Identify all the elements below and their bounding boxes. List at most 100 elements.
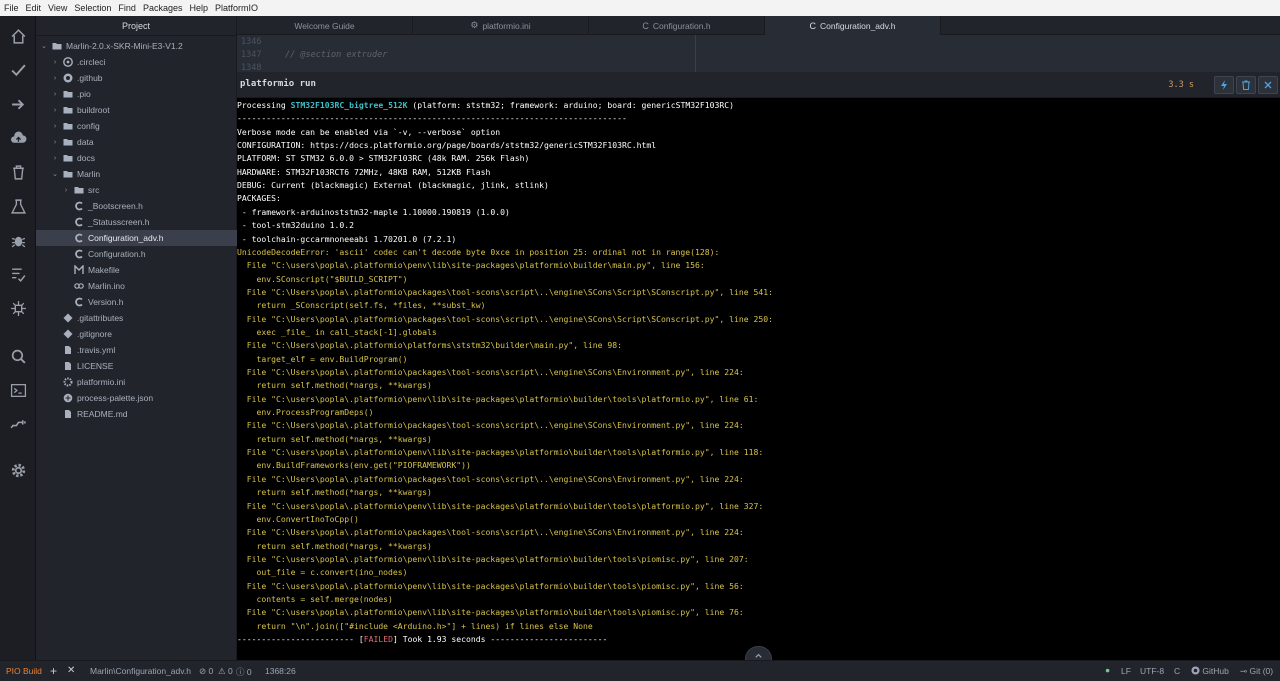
chevron-right-icon[interactable]: › xyxy=(51,155,59,162)
chevron-right-icon[interactable]: › xyxy=(51,139,59,146)
tree-file[interactable]: platformio.ini xyxy=(36,374,237,390)
chevron-right-icon[interactable]: › xyxy=(51,59,59,66)
menu-platformio[interactable]: PlatformIO xyxy=(215,3,258,13)
grammar[interactable]: C xyxy=(1174,666,1180,676)
git-button[interactable]: ⊸ Git (0) xyxy=(1240,666,1273,677)
tree-item-label: .github xyxy=(77,73,103,83)
tree-file[interactable]: .travis.yml xyxy=(36,342,237,358)
tree-file[interactable]: _Statusscreen.h xyxy=(36,214,237,230)
tree-file[interactable]: Marlin.ino xyxy=(36,278,237,294)
tree-folder[interactable]: › data xyxy=(36,134,237,150)
circleci-icon xyxy=(62,57,73,68)
chevron-right-icon[interactable]: › xyxy=(51,123,59,130)
error-output-line: env.BuildFrameworks(env.get("PIOFRAMEWOR… xyxy=(237,460,471,471)
tree-folder[interactable]: › docs xyxy=(36,150,237,166)
error-output-line: File "C:\users\popla\.platformio\penv\li… xyxy=(237,447,764,458)
line-ending[interactable]: LF xyxy=(1121,666,1131,676)
devices-chip-icon[interactable] xyxy=(8,298,28,318)
serial-plug-icon[interactable] xyxy=(8,414,28,434)
tree-file[interactable]: _Bootscreen.h xyxy=(36,198,237,214)
test-flask-icon[interactable] xyxy=(8,196,28,216)
tree-item-label: .travis.yml xyxy=(77,345,116,355)
code-editor[interactable]: 1346 1347// @section extruder 1348 xyxy=(237,35,1280,73)
error-output-line: File "C:\users\popla\.platformio\penv\li… xyxy=(237,500,764,511)
tree-folder[interactable]: › src xyxy=(36,182,237,198)
tree-file[interactable]: process-palette.json xyxy=(36,390,237,406)
chevron-right-icon[interactable]: › xyxy=(62,187,70,194)
debug-bug-icon[interactable] xyxy=(8,230,28,250)
upload-arrow-icon[interactable] xyxy=(8,94,28,114)
rerun-button[interactable] xyxy=(1214,76,1234,94)
terminal-icon[interactable] xyxy=(8,380,28,400)
menu-packages[interactable]: Packages xyxy=(143,3,183,13)
encoding[interactable]: UTF-8 xyxy=(1140,666,1164,676)
menu-view[interactable]: View xyxy=(48,3,67,13)
output-line: ------------------------ [FAILED] Took 1… xyxy=(237,633,607,646)
tree-file[interactable]: Makefile xyxy=(36,262,237,278)
error-output-line: File "C:\users\popla\.platformio\penv\li… xyxy=(237,553,749,564)
output-line: Verbose mode can be enabled via `-v, --v… xyxy=(237,126,501,137)
menu-find[interactable]: Find xyxy=(118,3,136,13)
tree-item-label: _Bootscreen.h xyxy=(88,201,143,211)
status-file-path[interactable]: Marlin\Configuration_adv.h xyxy=(90,666,191,676)
cursor-position[interactable]: 1368:26 xyxy=(265,666,296,676)
tree-file[interactable]: Configuration.h xyxy=(36,246,237,262)
close-panel-button[interactable] xyxy=(1258,76,1278,94)
tab-label: Configuration_adv.h xyxy=(820,20,896,31)
error-output-line: return self.method(*nargs, **kwargs) xyxy=(237,487,432,498)
tree-file[interactable]: LICENSE xyxy=(36,358,237,374)
tree-file[interactable]: Version.h xyxy=(36,294,237,310)
tree-file[interactable]: README.md xyxy=(36,406,237,422)
menu-edit[interactable]: Edit xyxy=(26,3,42,13)
tree-file[interactable]: .gitignore xyxy=(36,326,237,342)
tab-platformio-ini[interactable]: ⚙ platformio.ini xyxy=(413,16,589,35)
cloud-upload-icon[interactable] xyxy=(8,128,28,148)
home-icon[interactable] xyxy=(8,26,28,46)
file-icon xyxy=(62,409,73,420)
menu-selection[interactable]: Selection xyxy=(74,3,111,13)
error-count-icon[interactable]: ⊘ 0 xyxy=(199,666,213,677)
error-output-line: File "C:\users\popla\.platformio\penv\li… xyxy=(237,393,759,404)
clear-output-button[interactable] xyxy=(1236,76,1256,94)
error-output-line: File "C:\Users\popla\.platformio\package… xyxy=(237,367,744,377)
output-line: PACKAGES: xyxy=(237,193,281,204)
warning-count-icon[interactable]: ⚠ 0 xyxy=(218,666,233,677)
error-output-line: out_file = c.convert(ino_nodes) xyxy=(237,567,408,578)
add-terminal-button[interactable]: + xyxy=(50,664,57,678)
tasks-icon[interactable] xyxy=(8,264,28,284)
search-icon[interactable] xyxy=(8,346,28,366)
menu-help[interactable]: Help xyxy=(189,3,208,13)
tree-folder[interactable]: › buildroot xyxy=(36,102,237,118)
tree-file[interactable]: .gitattributes xyxy=(36,310,237,326)
tab-welcome-guide[interactable]: Welcome Guide xyxy=(237,16,413,35)
tree-folder[interactable]: › .github xyxy=(36,70,237,86)
github-button[interactable]: GitHub xyxy=(1191,666,1229,676)
chevron-right-icon[interactable]: › xyxy=(51,75,59,82)
build-check-icon[interactable] xyxy=(8,60,28,80)
code-line[interactable]: // @section extruder xyxy=(285,50,387,60)
close-terminal-button[interactable]: ✕ xyxy=(67,665,75,676)
tree-folder[interactable]: › .circleci xyxy=(36,54,237,70)
error-output-line: return _SConscript(self.fs, *files, **su… xyxy=(237,300,486,311)
settings-gear-icon[interactable] xyxy=(8,460,28,480)
chevron-right-icon[interactable]: › xyxy=(51,91,59,98)
pio-build-status[interactable]: PIO Build xyxy=(6,666,42,676)
tree-folder[interactable]: › config xyxy=(36,118,237,134)
error-output-line: File "C:\users\popla\.platformio\penv\li… xyxy=(237,607,744,618)
chevron-down-icon[interactable]: ⌄ xyxy=(40,42,48,50)
tab-configuration-adv-h[interactable]: C Configuration_adv.h xyxy=(765,16,941,35)
chevron-right-icon[interactable]: › xyxy=(51,107,59,114)
menu-file[interactable]: File xyxy=(4,3,19,13)
tree-folder[interactable]: ⌄ Marlin-2.0.x-SKR-Mini-E3-V1.2 xyxy=(36,38,237,54)
error-output-line: return self.method(*nargs, **kwargs) xyxy=(237,380,432,391)
tree-folder[interactable]: › .pio xyxy=(36,86,237,102)
chevron-down-icon[interactable]: ⌄ xyxy=(51,170,59,178)
tree-folder[interactable]: ⌄ Marlin xyxy=(36,166,237,182)
tree-file[interactable]: Configuration_adv.h xyxy=(36,230,237,246)
error-output-line: File "C:\users\popla\.platformio\penv\li… xyxy=(237,260,705,271)
json-icon xyxy=(62,393,73,404)
info-count-icon[interactable]: ⓘ 0 xyxy=(236,666,252,678)
tab-configuration-h[interactable]: C Configuration.h xyxy=(589,16,765,35)
trash-icon[interactable] xyxy=(8,162,28,182)
gear-icon xyxy=(62,377,73,388)
